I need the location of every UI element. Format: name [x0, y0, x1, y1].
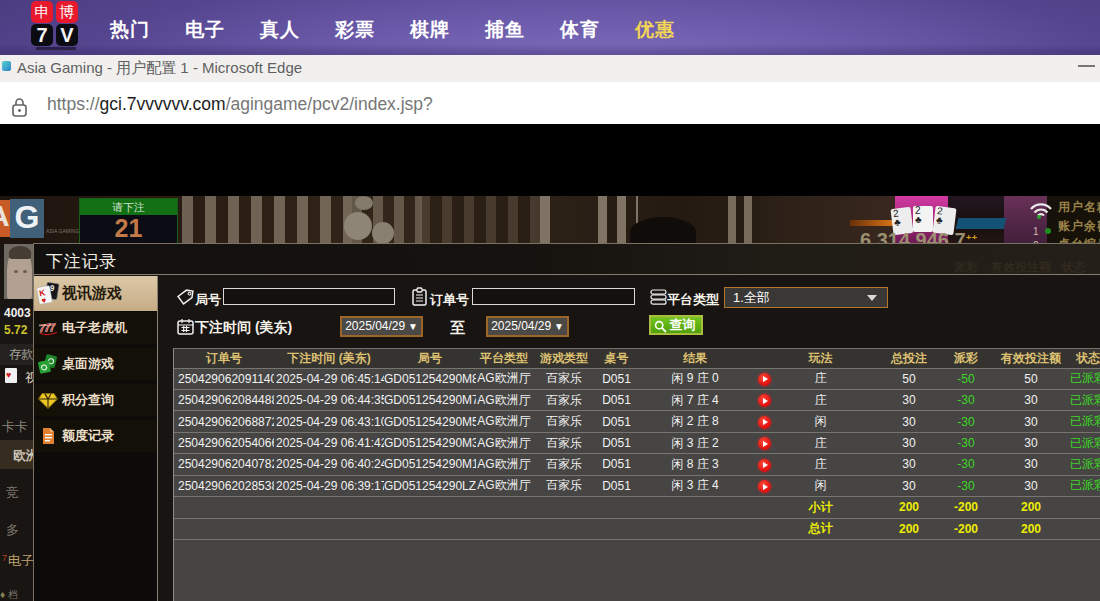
svg-text:777: 777	[38, 321, 56, 334]
